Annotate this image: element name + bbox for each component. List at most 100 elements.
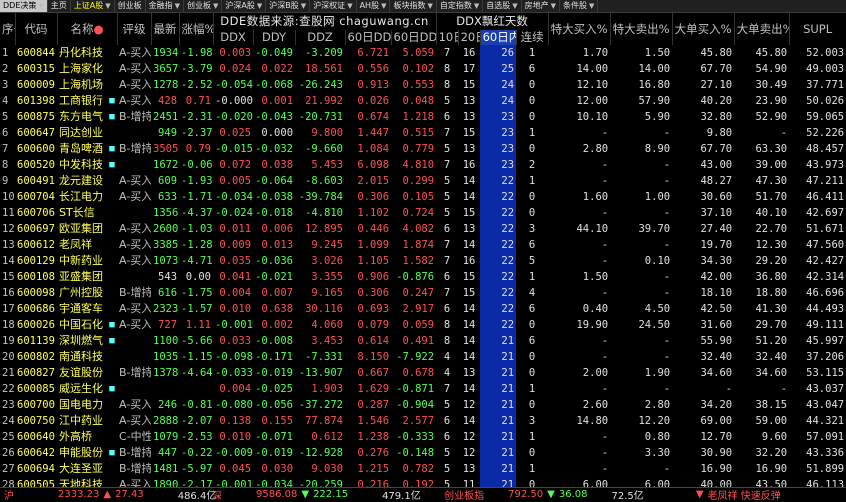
table-row[interactable]: 3 600009 上海机场 A-买入 1278 -2.52 -0.054 -0.068 -26.… <box>0 77 846 93</box>
table-row[interactable]: 28 600505 天地科技 A-买入 1890 -2.17 -0.001 -0.034 -20… <box>0 477 846 487</box>
col-header-super-buy[interactable]: 特大买入% <box>548 13 611 45</box>
col-header-red20[interactable]: 20日内 <box>458 30 481 45</box>
market-tab-12[interactable]: 自选股 ▼ <box>483 0 522 12</box>
table-row[interactable]: 6 600647 同达创业 949 -2.37 0.025 0.000 9.800 1.447 0… <box>0 125 846 141</box>
table-row[interactable]: 25 600640 外高桥 C-中性 1079 -2.53 0.010 -0.071 0.612… <box>0 429 846 445</box>
table-row[interactable]: 8 600520 中发科技 ■ 1672 -0.06 0.072 0.038 5.453 6.09… <box>0 157 846 173</box>
table-row[interactable]: 5 600875 东方电气 ■ B-增持 2451 -2.31 -0.020 -0.043 -20… <box>0 109 846 125</box>
table-row[interactable]: 14 600129 中新药业 A-买入 1073 -4.71 0.035 -0.036 3.02… <box>0 253 846 269</box>
market-tab-2[interactable]: 上证A股 ▼ <box>71 0 115 12</box>
cell-name: 中发科技 <box>59 158 103 171</box>
col-header-supl[interactable]: SUPL <box>789 13 846 45</box>
market-tab-3[interactable]: 创业板 <box>115 0 146 12</box>
table-row[interactable]: 17 600686 宇通客车 A-买入 2323 -1.57 0.010 0.638 30.11… <box>0 301 846 317</box>
market-tab-9[interactable]: AH股 ▼ <box>357 0 391 12</box>
cell-dot: ■ <box>109 448 115 458</box>
col-header-super-sell[interactable]: 特大卖出% <box>610 13 673 45</box>
col-header-ddx[interactable]: DDX <box>213 30 254 45</box>
cell-ddy: -0.021 <box>255 271 294 283</box>
market-tab-14[interactable]: 条件股 ▼ <box>560 0 599 12</box>
col-header-large-buy[interactable]: 大单买入% <box>672 13 735 45</box>
col-header-change-pct[interactable]: 涨幅% <box>179 13 214 45</box>
cell-ddy60: -0.876 <box>396 271 435 283</box>
table-row[interactable]: 10 600704 长江电力 A-买入 633 -1.71 -0.034 -0.038 -39.… <box>0 189 846 205</box>
cell-dot <box>107 269 117 285</box>
table-row[interactable]: 23 600700 国电电力 A-买入 246 -0.81 -0.080 -0.056 -37.… <box>0 397 846 413</box>
market-tab-1[interactable]: 主页 <box>48 0 71 12</box>
cell-red10: 7 <box>443 383 451 395</box>
cell-latest: 1378 <box>153 367 179 379</box>
cell-ddbuy: 48.27 <box>700 175 733 187</box>
market-tab-13[interactable]: 房地产 ▼ <box>522 0 561 12</box>
col-header-ddy[interactable]: DDY <box>253 30 296 45</box>
table-row[interactable]: 18 600026 中国石化 ■ A-买入 727 1.11 -0.001 0.002 4.060… <box>0 317 846 333</box>
table-row[interactable]: 22 600085 威远生化 ■ 0.004 -0.025 1.903 1.629 -0.871… <box>0 381 846 397</box>
col-header-name[interactable]: 名称● <box>57 13 118 45</box>
cell-ddsell: 63.30 <box>755 143 788 155</box>
market-tab-label: 自定指数 <box>439 1 472 10</box>
cell-lianxu: 1 <box>528 383 536 395</box>
table-row[interactable]: 26 600642 申能股份 ■ B-增持 447 -0.22 -0.009 -0.019 -12… <box>0 445 846 461</box>
cell-supl: 59.065 <box>806 111 845 123</box>
market-tab-7[interactable]: 沪深B股 ▼ <box>266 0 311 12</box>
cell-red10: 8 <box>443 63 451 75</box>
cell-tdsell: - <box>663 175 671 187</box>
cell-red60: 22 <box>480 285 517 301</box>
col-header-ddx60[interactable]: 60日DDX <box>345 30 392 45</box>
market-tab-10[interactable]: 板块指数 ▼ <box>390 0 437 12</box>
chevron-down-icon: ▼ <box>213 2 219 10</box>
cell-tdbuy: - <box>601 335 609 347</box>
cell-supl: 50.026 <box>806 95 845 107</box>
market-tab-11[interactable]: 自定指数 ▼ <box>437 0 484 12</box>
table-row[interactable]: 12 600697 欧亚集团 A-买入 2600 -1.03 0.011 0.006 12.89… <box>0 221 846 237</box>
col-header-red10[interactable]: 10日内 <box>436 30 459 45</box>
col-header-red60-sorted[interactable]: 60日内↓ <box>480 30 517 45</box>
table-row[interactable]: 21 600827 友谊股份 B-增持 1378 -4.64 -0.033 -0.019 -13… <box>0 365 846 381</box>
table-row[interactable]: 13 600612 老凤祥 A-买入 3385 -1.28 0.009 0.013 9.245 1… <box>0 237 846 253</box>
cell-ddx60: 0.667 <box>357 367 390 379</box>
col-header-index[interactable]: 序号 <box>0 13 16 45</box>
table-row[interactable]: 7 600600 青岛啤酒 ■ B-增持 3505 0.79 -0.015 -0.032 -9.6… <box>0 141 846 157</box>
table-row[interactable]: 27 600694 大连圣亚 B-增持 1481 -5.97 0.045 0.030 9.030… <box>0 461 846 477</box>
col-header-code[interactable]: 代码 <box>15 13 58 45</box>
cell-lianxu: 0 <box>528 351 536 363</box>
stock-table-container[interactable]: 序号 代码 名称● 评级 最新 涨幅% DDE数据来源:查股网 chaguwan… <box>0 13 846 487</box>
cell-red10: 5 <box>443 399 451 411</box>
table-row[interactable]: 20 600802 南通科技 1035 -1.15 -0.098 -0.171 -7.331 8… <box>0 349 846 365</box>
cell-tdsell: 12.20 <box>638 415 671 427</box>
market-tab-4[interactable]: 金融指 ▼ <box>146 0 185 12</box>
cell-ddsell: 59.00 <box>755 415 788 427</box>
cell-ddy60: 0.299 <box>402 175 435 187</box>
market-tab-0[interactable]: DDE决策 ▼ <box>0 0 48 12</box>
col-header-consecutive[interactable]: 连续 <box>516 30 549 45</box>
table-row[interactable]: 19 601139 深圳燃气 ■ 1100 -5.66 0.033 -0.008 3.453 0.… <box>0 333 846 349</box>
cell-ddx: 0.025 <box>219 127 252 139</box>
cell-supl: 46.113 <box>806 479 845 487</box>
table-row[interactable]: 1 600844 丹化科技 A-买入 1934 -1.98 0.003 -0.049 -3.20… <box>0 45 846 61</box>
cy-index-value: 792.50 <box>508 489 544 500</box>
market-tab-label: 自选股 <box>486 1 511 10</box>
cell-ddx: -0.054 <box>215 79 253 91</box>
table-row[interactable]: 24 600750 江中药业 A-买入 2888 -2.07 0.138 0.155 77.87… <box>0 413 846 429</box>
cell-latest: 616 <box>158 287 178 299</box>
table-row[interactable]: 11 600706 ST长信 1356 -4.37 -0.024 -0.018 -4.810 1… <box>0 205 846 221</box>
cell-tdbuy: - <box>601 207 609 219</box>
col-header-latest[interactable]: 最新 <box>151 13 180 45</box>
market-tab-5[interactable]: 创业板 ▼ <box>184 0 223 12</box>
cell-rating: A-买入 <box>119 398 152 411</box>
col-header-ddy60[interactable]: 60日DDY <box>391 30 437 45</box>
col-header-rating[interactable]: 评级 <box>117 13 152 45</box>
cell-ddy: -0.049 <box>255 47 294 59</box>
table-row[interactable]: 15 600108 亚盛集团 543 0.00 0.041 -0.021 3.355 0.906… <box>0 269 846 285</box>
col-header-ddz[interactable]: DDZ <box>295 30 346 45</box>
table-row[interactable]: 9 600491 龙元建设 A-买入 609 -1.93 0.005 -0.064 -8.603… <box>0 173 846 189</box>
cell-ddx: -0.020 <box>215 111 253 123</box>
col-header-large-sell[interactable]: 大单卖出% <box>734 13 790 45</box>
table-row[interactable]: 16 600098 广州控股 B-增持 616 -1.75 0.004 0.007 9.165 0… <box>0 285 846 301</box>
table-row[interactable]: 4 601398 工商银行 ■ A-买入 428 0.71 -0.000 0.001 21.992… <box>0 93 846 109</box>
cell-ddbuy: 18.10 <box>700 287 733 299</box>
table-row[interactable]: 2 600315 上海家化 A-买入 3657 -3.79 0.024 0.022 18.561… <box>0 61 846 77</box>
market-tab-6[interactable]: 沪深A股 ▼ <box>222 0 267 12</box>
market-tab-8[interactable]: 沪深权证 ▼ <box>310 0 357 12</box>
cell-tdsell: - <box>663 351 671 363</box>
